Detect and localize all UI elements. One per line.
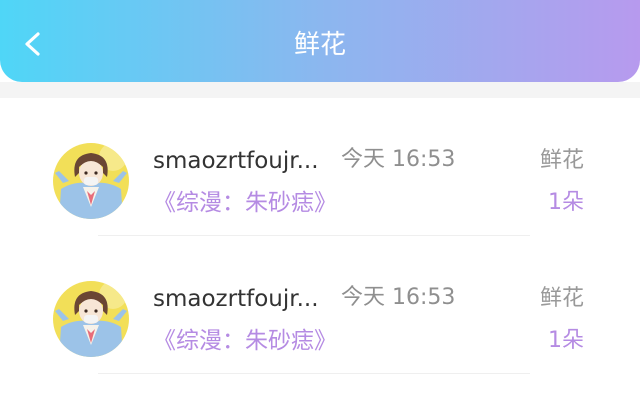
avatar[interactable]	[53, 281, 129, 357]
book-title-link[interactable]: 《综漫：朱砂痣》	[153, 188, 337, 218]
timestamp: 今天 16:53	[341, 147, 456, 172]
top-bar: 鲜花	[0, 0, 640, 82]
username: smaozrtfoujr...	[153, 148, 319, 174]
username: smaozrtfoujr...	[153, 286, 319, 312]
divider	[98, 373, 530, 374]
gift-type: 鲜花	[539, 148, 584, 173]
book-title-link[interactable]: 《综漫：朱砂痣》	[153, 326, 337, 356]
gift-count: 1朵	[548, 190, 584, 215]
avatar[interactable]	[53, 143, 129, 219]
timestamp: 今天 16:53	[341, 285, 456, 310]
page-title: 鲜花	[293, 30, 346, 60]
user-avatar-illustration	[53, 143, 129, 219]
header-shadow-band	[0, 82, 640, 98]
gift-count: 1朵	[548, 328, 584, 353]
gift-record-item[interactable]: smaozrtfoujr... 今天 16:53 《综漫：朱砂痣》 鲜花 1朵	[0, 98, 640, 236]
gift-record-list: smaozrtfoujr... 今天 16:53 《综漫：朱砂痣》 鲜花 1朵	[0, 98, 640, 374]
user-avatar-illustration	[53, 281, 129, 357]
gift-record-item[interactable]: smaozrtfoujr... 今天 16:53 《综漫：朱砂痣》 鲜花 1朵	[0, 236, 640, 374]
gift-type: 鲜花	[539, 286, 584, 311]
